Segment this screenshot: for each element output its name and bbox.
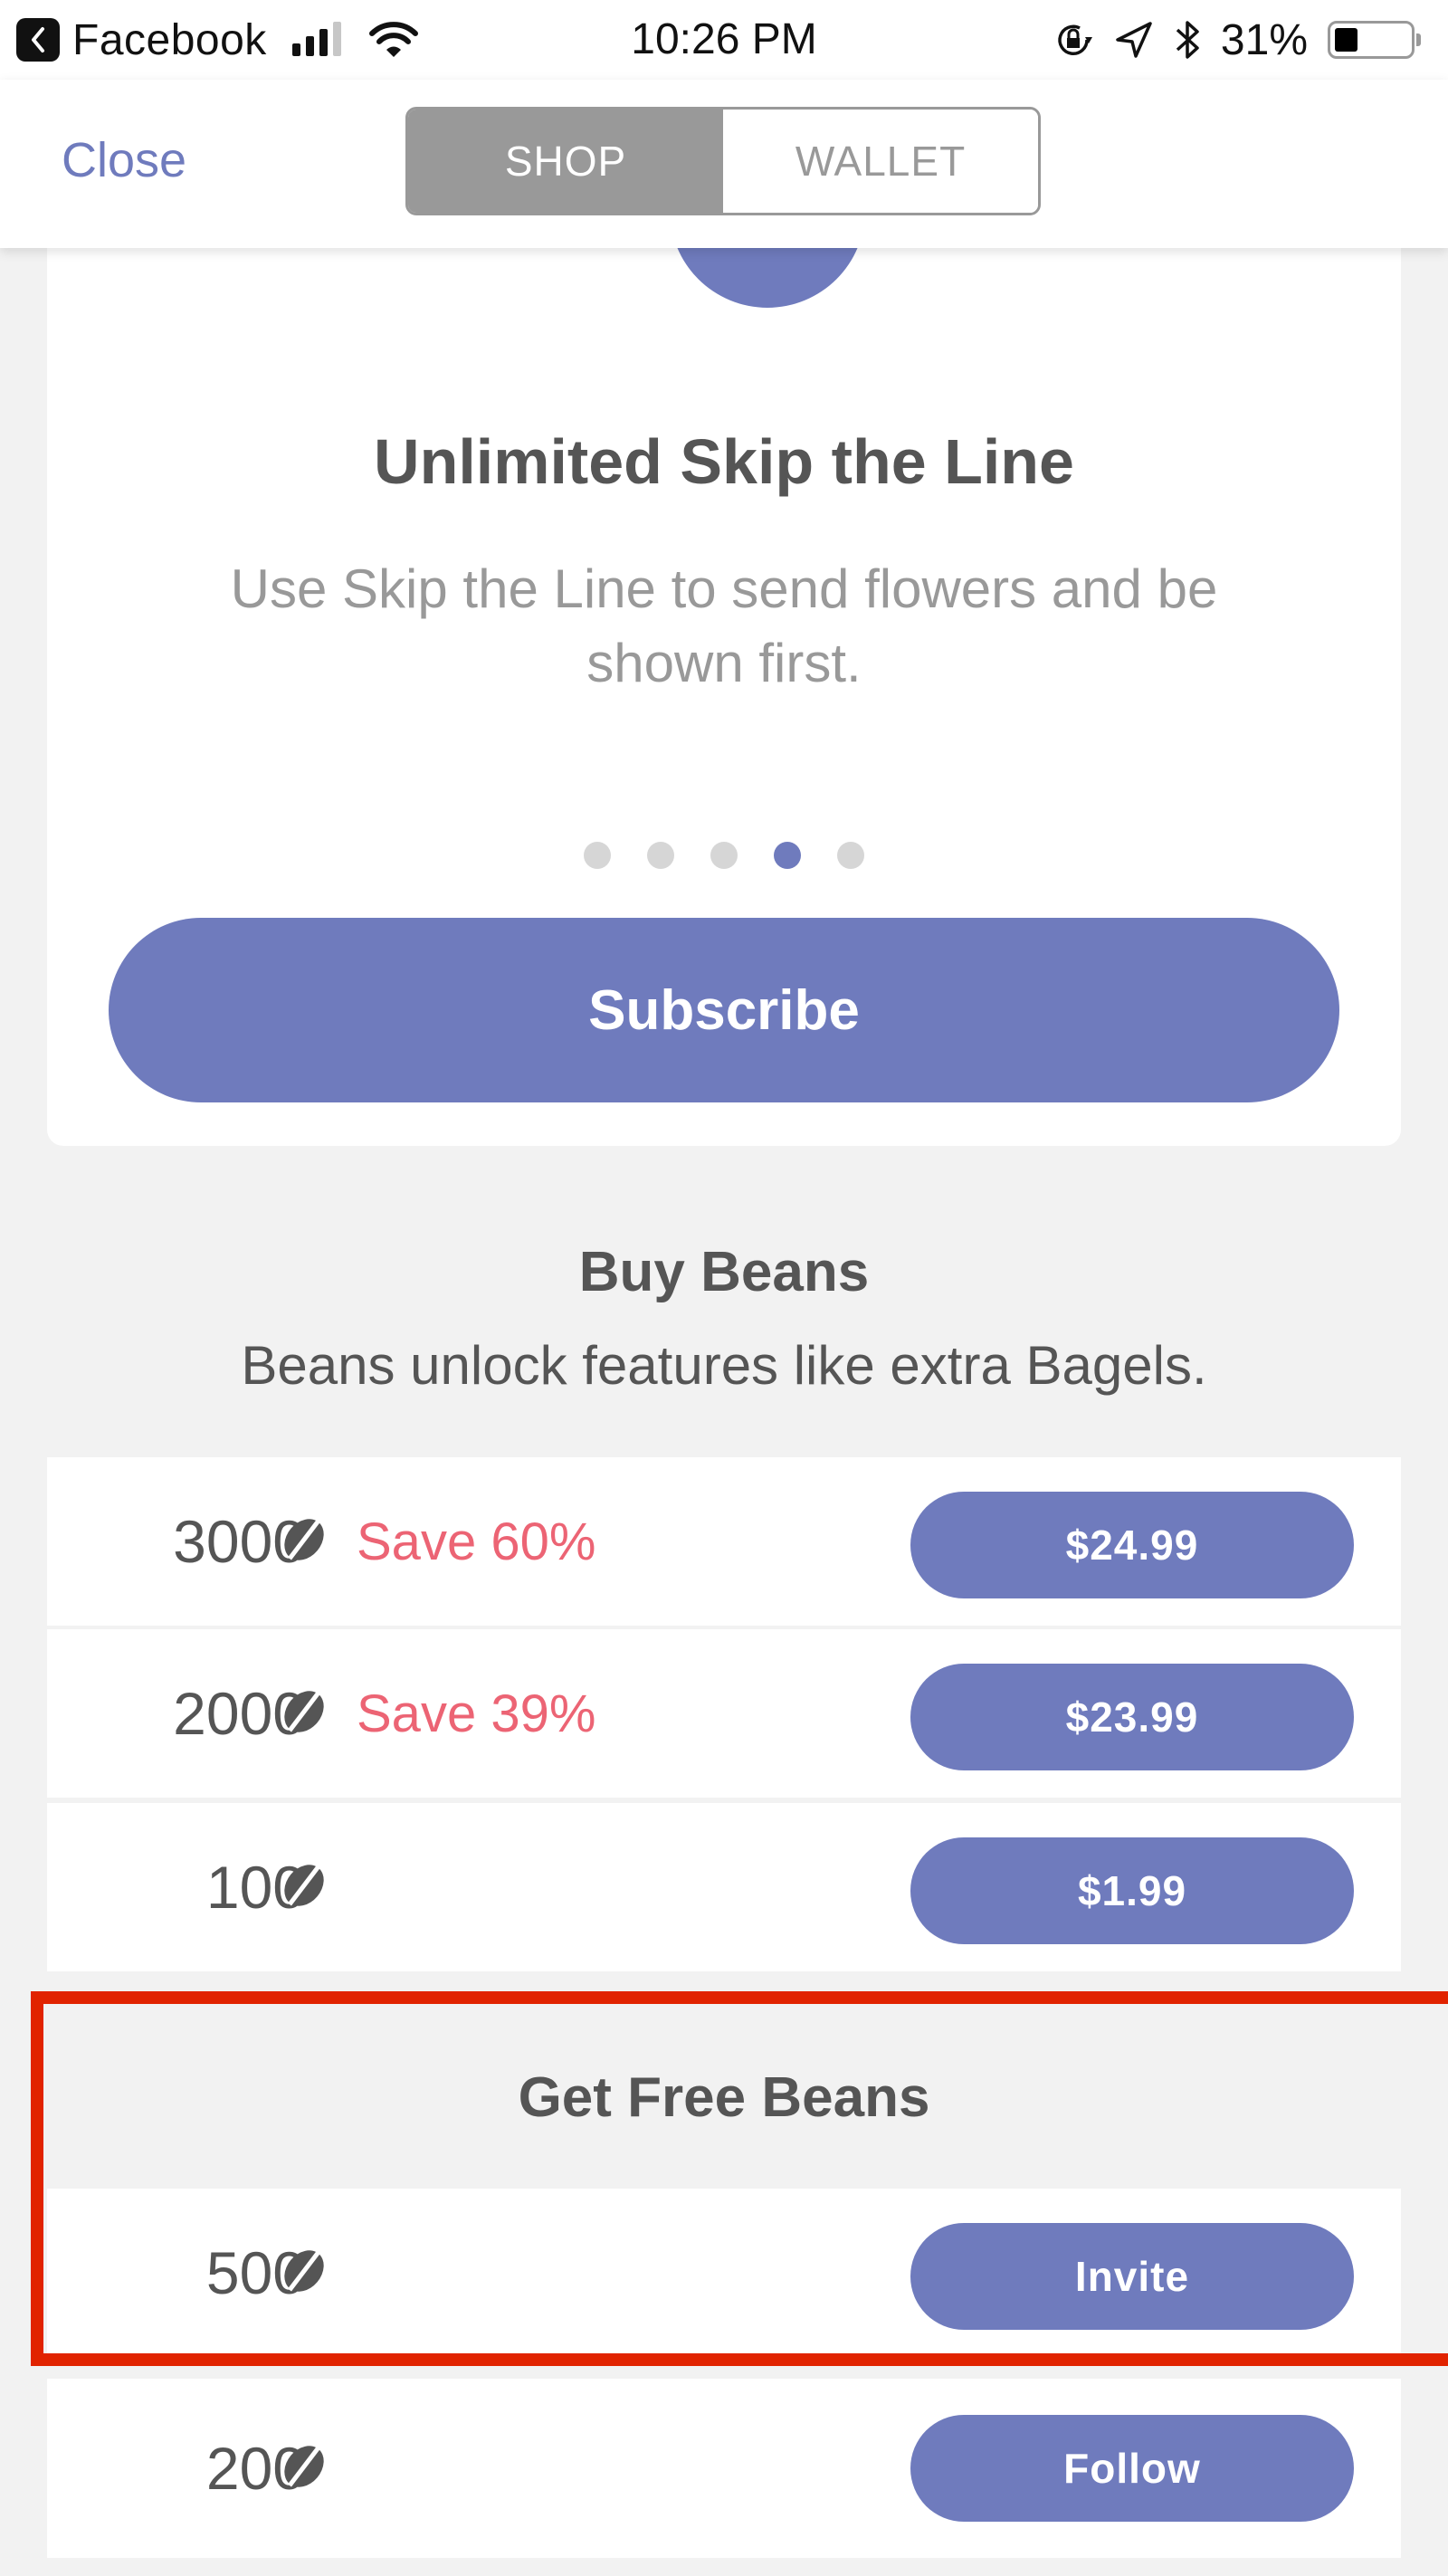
close-button[interactable]: Close xyxy=(62,132,186,188)
status-bar: Facebook 10:26 PM 31% xyxy=(0,0,1448,80)
bean-package-row: 2000 Save 39% $23.99 xyxy=(47,1629,1401,1798)
buy-2000-beans-button[interactable]: $23.99 xyxy=(910,1664,1354,1770)
free-bean-offer-row: 500 Invite xyxy=(47,2189,1401,2357)
promo-card: Unlimited Skip the Line Use Skip the Lin… xyxy=(47,154,1401,1146)
buy-beans-title: Buy Beans xyxy=(578,1241,870,1303)
bean-package-row: 3000 Save 60% $24.99 xyxy=(47,1457,1401,1626)
carousel-dot[interactable] xyxy=(710,842,738,869)
free-bean-offer-row: 200 Follow xyxy=(47,2379,1401,2558)
carousel-page-indicator xyxy=(47,842,1401,869)
battery-tip xyxy=(1416,33,1421,46)
nav-bar: Close SHOP WALLET xyxy=(0,80,1448,248)
battery-icon xyxy=(1328,21,1415,59)
buy-3000-beans-button[interactable]: $24.99 xyxy=(910,1492,1354,1598)
carousel-dot[interactable] xyxy=(837,842,864,869)
bluetooth-icon xyxy=(1176,21,1199,59)
free-beans-title: Get Free Beans xyxy=(518,2066,930,2129)
carousel-dot[interactable] xyxy=(584,842,611,869)
bean-icon xyxy=(284,1691,324,1732)
bean-icon xyxy=(284,2446,324,2487)
orientation-lock-icon xyxy=(1058,24,1092,55)
carousel-dot[interactable] xyxy=(774,842,801,869)
bean-icon xyxy=(284,2250,324,2292)
tab-wallet[interactable]: WALLET xyxy=(723,110,1038,213)
savings-label: Save 39% xyxy=(357,1684,596,1743)
follow-button[interactable]: Follow xyxy=(910,2415,1354,2522)
promo-title: Unlimited Skip the Line xyxy=(374,426,1074,497)
subscribe-button[interactable]: Subscribe xyxy=(109,918,1339,1102)
battery-percent: 31% xyxy=(1220,15,1308,64)
promo-description: Use Skip the Line to send flowers and be… xyxy=(230,558,1218,693)
bean-icon xyxy=(284,1519,324,1560)
buy-beans-subtitle: Beans unlock features like extra Bagels. xyxy=(241,1335,1207,1396)
location-arrow-icon xyxy=(1116,22,1152,58)
shop-wallet-segmented-control: SHOP WALLET xyxy=(405,107,1041,215)
bean-icon xyxy=(284,1865,324,1906)
tab-shop[interactable]: SHOP xyxy=(408,110,723,213)
carousel-dot[interactable] xyxy=(647,842,674,869)
buy-100-beans-button[interactable]: $1.99 xyxy=(910,1837,1354,1944)
bean-package-row: 100 $1.99 xyxy=(47,1803,1401,1971)
invite-button[interactable]: Invite xyxy=(910,2223,1354,2330)
savings-label: Save 60% xyxy=(357,1512,596,1571)
